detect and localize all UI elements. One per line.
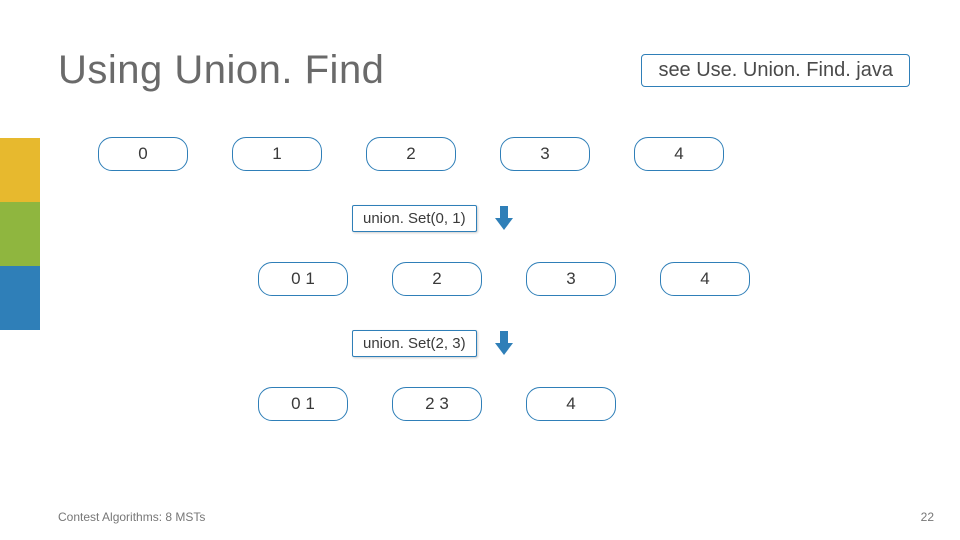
set-node: 4 <box>660 262 750 296</box>
accent-stripe-green <box>0 202 40 266</box>
set-node: 4 <box>526 387 616 421</box>
set-node: 2 <box>392 262 482 296</box>
set-node: 4 <box>634 137 724 171</box>
set-node: 0 <box>98 137 188 171</box>
set-row-after-second: 0 1 2 3 4 <box>258 387 930 421</box>
title-row: Using Union. Find see Use. Union. Find. … <box>58 48 930 93</box>
accent-stripe-yellow <box>0 138 40 202</box>
operation-row: union. Set(0, 1) <box>352 205 930 232</box>
operation-label: union. Set(2, 3) <box>352 330 477 357</box>
set-node: 0 1 <box>258 387 348 421</box>
reference-box: see Use. Union. Find. java <box>641 54 910 87</box>
diagram-stage: 0 1 2 3 4 union. Set(0, 1) 0 1 2 3 4 uni… <box>98 137 930 421</box>
set-node: 2 <box>366 137 456 171</box>
arrow-down-icon <box>495 331 513 357</box>
set-row-after-first: 0 1 2 3 4 <box>258 262 930 296</box>
slide-title: Using Union. Find <box>58 48 384 93</box>
accent-stripe-blue <box>0 266 40 330</box>
operation-row: union. Set(2, 3) <box>352 330 930 357</box>
set-node: 3 <box>526 262 616 296</box>
operation-label: union. Set(0, 1) <box>352 205 477 232</box>
set-node: 3 <box>500 137 590 171</box>
page-number: 22 <box>921 510 934 524</box>
set-node: 1 <box>232 137 322 171</box>
accent-sidebar <box>0 138 40 330</box>
slide-footer: Contest Algorithms: 8 MSTs 22 <box>58 510 934 524</box>
slide-body: Using Union. Find see Use. Union. Find. … <box>58 48 930 510</box>
set-node: 0 1 <box>258 262 348 296</box>
set-node: 2 3 <box>392 387 482 421</box>
arrow-down-icon <box>495 206 513 232</box>
footer-left: Contest Algorithms: 8 MSTs <box>58 510 205 524</box>
set-row-initial: 0 1 2 3 4 <box>98 137 930 171</box>
